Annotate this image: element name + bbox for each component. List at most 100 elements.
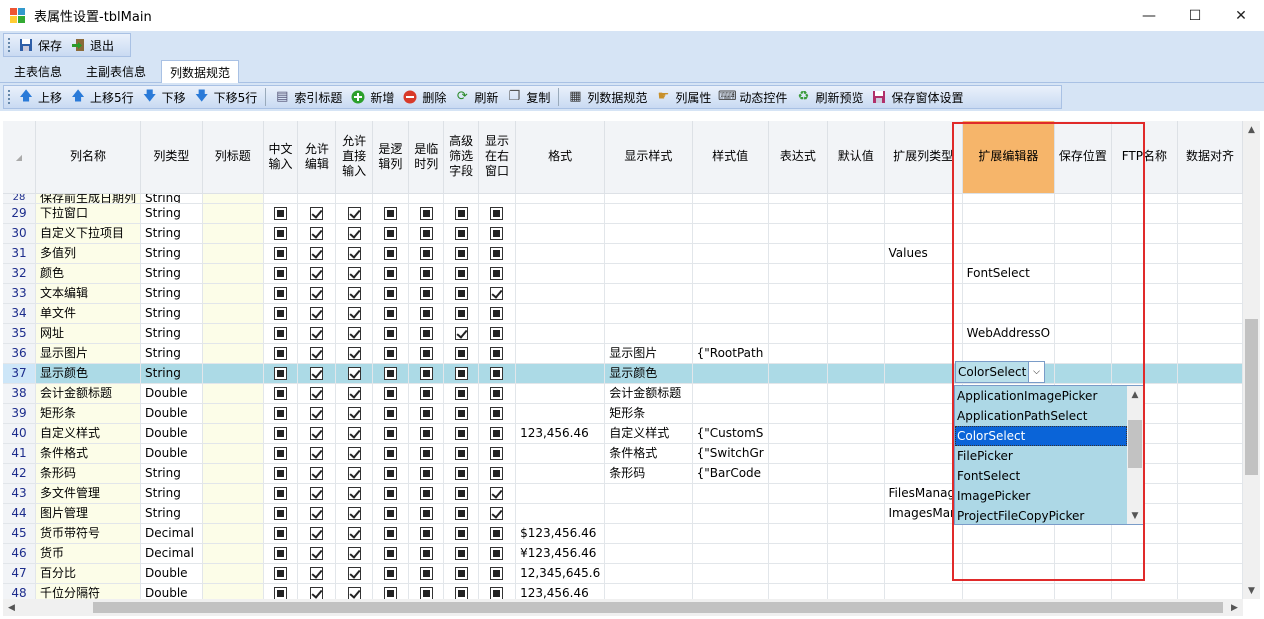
grid-cell[interactable]: [1111, 193, 1179, 204]
table-row[interactable]: 31 多值列 String Values: [3, 243, 1243, 264]
flag-checkbox-cell[interactable]: [478, 283, 517, 304]
expression-cell[interactable]: [768, 203, 828, 224]
grid-cell[interactable]: [827, 193, 885, 204]
display-style-cell[interactable]: 显示图片: [604, 343, 693, 364]
flag-checkbox-cell[interactable]: [335, 523, 373, 544]
scroll-up-icon[interactable]: ▲: [1243, 121, 1260, 138]
format-cell[interactable]: 123,456.46: [515, 423, 606, 444]
add-button[interactable]: 新增: [346, 86, 398, 108]
style-value-cell[interactable]: {"BarCode: [692, 463, 769, 484]
display-style-cell[interactable]: 显示颜色: [604, 363, 693, 384]
indeterminate-checkbox[interactable]: [383, 486, 397, 500]
checked-checkbox[interactable]: [310, 526, 324, 540]
refresh-button[interactable]: ⟳ 刷新: [450, 86, 502, 108]
flag-checkbox-cell[interactable]: [297, 563, 337, 584]
display-style-cell[interactable]: [604, 283, 693, 304]
flag-checkbox-cell[interactable]: [335, 463, 373, 484]
flag-checkbox-cell[interactable]: [335, 403, 373, 424]
tab-main-table-info[interactable]: 主表信息: [6, 60, 70, 83]
indeterminate-checkbox[interactable]: [274, 366, 288, 380]
checked-checkbox[interactable]: [347, 386, 361, 400]
checked-checkbox[interactable]: [490, 506, 504, 520]
flag-checkbox-cell[interactable]: [372, 443, 410, 464]
extended-editor-cell[interactable]: [962, 343, 1056, 364]
scroll-right-icon[interactable]: ▶: [1226, 599, 1243, 616]
flag-checkbox-cell[interactable]: [335, 383, 373, 404]
column-title-cell[interactable]: [202, 583, 264, 599]
index-title-button[interactable]: ▤ 索引标题: [270, 86, 346, 108]
dynamic-controls-button[interactable]: ⌨ 动态控件: [715, 86, 791, 108]
flag-checkbox-cell[interactable]: [372, 343, 410, 364]
default-value-cell[interactable]: [827, 503, 885, 524]
default-value-cell[interactable]: [827, 443, 885, 464]
indeterminate-checkbox[interactable]: [274, 226, 288, 240]
checked-checkbox[interactable]: [310, 426, 324, 440]
ftp-name-cell[interactable]: [1111, 323, 1179, 344]
flag-checkbox-cell[interactable]: [408, 343, 445, 364]
indeterminate-checkbox[interactable]: [454, 546, 468, 560]
column-header[interactable]: 显示样式: [604, 121, 693, 194]
column-type-cell[interactable]: Double: [140, 403, 203, 424]
column-type-cell[interactable]: Double: [140, 423, 203, 444]
format-cell[interactable]: [515, 203, 606, 224]
flag-checkbox-cell[interactable]: [372, 423, 410, 444]
display-style-cell[interactable]: 自定义样式: [604, 423, 693, 444]
expression-cell[interactable]: [768, 463, 828, 484]
column-name-cell[interactable]: 会计金额标题: [35, 383, 142, 404]
indeterminate-checkbox[interactable]: [454, 306, 468, 320]
flag-checkbox-cell[interactable]: [478, 243, 517, 264]
indeterminate-checkbox[interactable]: [419, 366, 433, 380]
row-number[interactable]: 41: [3, 443, 37, 464]
row-number[interactable]: 43: [3, 483, 37, 504]
checked-checkbox[interactable]: [310, 486, 324, 500]
style-value-cell[interactable]: [692, 263, 769, 284]
save-location-cell[interactable]: [1054, 223, 1112, 244]
flag-checkbox-cell[interactable]: [372, 543, 410, 564]
save-location-cell[interactable]: [1054, 543, 1112, 564]
scroll-down-icon[interactable]: ▼: [1243, 582, 1260, 599]
flag-checkbox-cell[interactable]: [408, 303, 445, 324]
column-title-cell[interactable]: [202, 503, 264, 524]
column-header[interactable]: 样式值: [692, 121, 769, 194]
extended-type-cell[interactable]: [884, 543, 963, 564]
column-name-cell[interactable]: 单文件: [35, 303, 142, 324]
checked-checkbox[interactable]: [347, 206, 361, 220]
table-row[interactable]: 32 颜色 String FontSelect: [3, 263, 1243, 284]
format-cell[interactable]: [515, 243, 606, 264]
data-align-cell[interactable]: [1177, 563, 1243, 584]
dropdown-option[interactable]: ApplicationPathSelect: [955, 406, 1127, 426]
flag-checkbox-cell[interactable]: [335, 193, 373, 204]
default-value-cell[interactable]: [827, 383, 885, 404]
flag-checkbox-cell[interactable]: [297, 443, 337, 464]
expression-cell[interactable]: [768, 323, 828, 344]
indeterminate-checkbox[interactable]: [454, 406, 468, 420]
format-cell[interactable]: [515, 443, 606, 464]
style-value-cell[interactable]: [692, 303, 769, 324]
grid-cell[interactable]: [768, 193, 828, 204]
checked-checkbox[interactable]: [347, 406, 361, 420]
column-type-cell[interactable]: Decimal: [140, 543, 203, 564]
style-value-cell[interactable]: [692, 563, 769, 584]
ftp-name-cell[interactable]: [1111, 243, 1179, 264]
flag-checkbox-cell[interactable]: [372, 283, 410, 304]
format-cell[interactable]: [515, 223, 606, 244]
column-header[interactable]: 格式: [515, 121, 606, 194]
row-number[interactable]: 29: [3, 203, 37, 224]
table-row[interactable]: 35 网址 String WebAddressO: [3, 323, 1243, 344]
column-header[interactable]: 列类型: [140, 121, 203, 194]
flag-checkbox-cell[interactable]: [297, 303, 337, 324]
flag-checkbox-cell[interactable]: [372, 323, 410, 344]
extended-editor-dropdown[interactable]: ApplicationImagePicker ApplicationPathSel…: [954, 385, 1144, 525]
default-value-cell[interactable]: [827, 543, 885, 564]
flag-checkbox-cell[interactable]: [335, 203, 373, 224]
expression-cell[interactable]: [768, 403, 828, 424]
flag-checkbox-cell[interactable]: [263, 223, 299, 244]
column-name-cell[interactable]: 显示颜色: [35, 363, 142, 384]
column-title-cell[interactable]: [202, 283, 264, 304]
checked-checkbox[interactable]: [310, 306, 324, 320]
indeterminate-checkbox[interactable]: [490, 306, 504, 320]
row-number[interactable]: 28: [3, 193, 37, 204]
extended-type-cell[interactable]: [884, 463, 963, 484]
indeterminate-checkbox[interactable]: [274, 506, 288, 520]
flag-checkbox-cell[interactable]: [297, 383, 337, 404]
